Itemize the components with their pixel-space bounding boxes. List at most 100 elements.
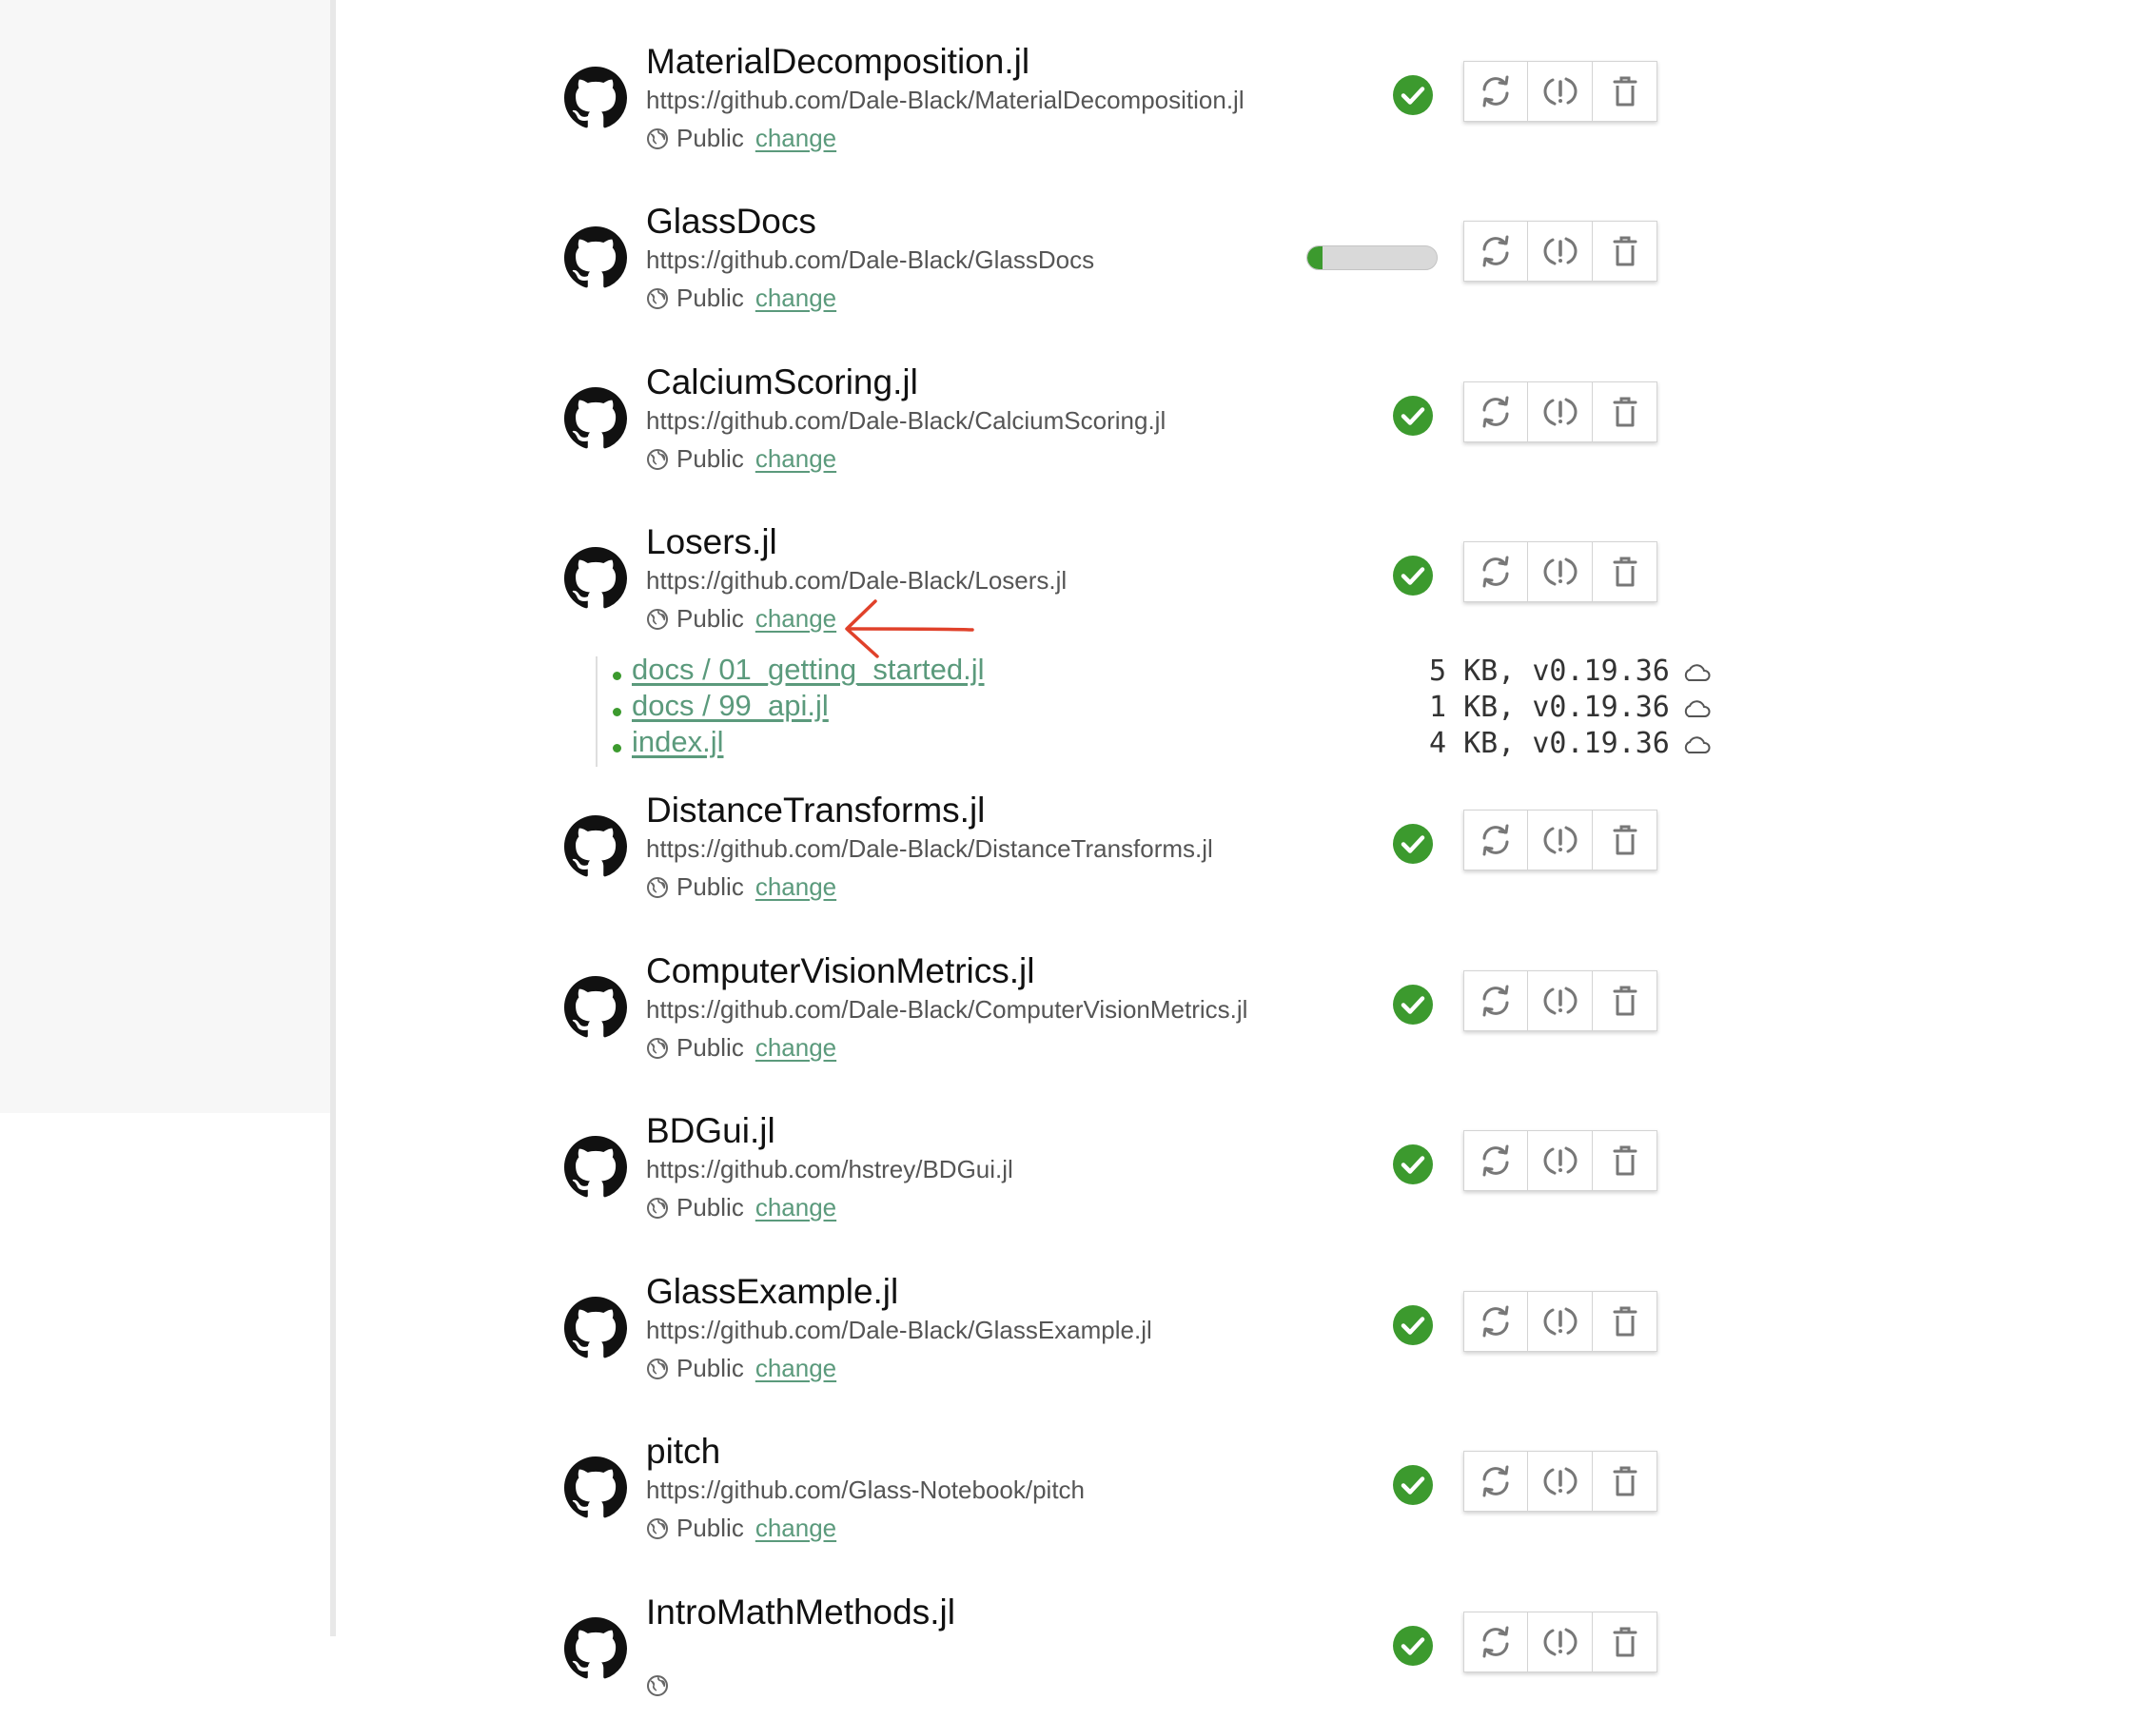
delete-button[interactable] [1593, 381, 1657, 442]
globe-icon [646, 608, 669, 631]
file-link[interactable]: index.jl [632, 725, 724, 759]
force-sync-icon [1541, 1623, 1579, 1661]
trash-icon [1606, 982, 1644, 1020]
visibility-row: Public change [646, 444, 836, 474]
force-sync-button[interactable] [1528, 221, 1593, 282]
repo-actions [1463, 1612, 1657, 1672]
visibility-label: Public [676, 1033, 744, 1062]
visibility-label: Public [676, 283, 744, 312]
file-meta: 1 KB, v0.19.36 [1429, 691, 1670, 724]
refresh-button[interactable] [1463, 1130, 1528, 1191]
file-row: docs / 99_api.jl 1 KB, v0.19.36 [598, 689, 1739, 729]
refresh-button[interactable] [1463, 381, 1528, 442]
delete-button[interactable] [1593, 541, 1657, 602]
change-visibility-link[interactable]: change [755, 1354, 836, 1383]
repo-item: MaterialDecomposition.jl https://github.c… [564, 42, 1706, 169]
force-sync-icon [1541, 393, 1579, 431]
change-visibility-link[interactable]: change [755, 604, 836, 634]
refresh-icon [1477, 982, 1515, 1020]
refresh-button[interactable] [1463, 1451, 1528, 1512]
change-visibility-link[interactable]: change [755, 1033, 836, 1063]
repo-name[interactable]: MaterialDecomposition.jl [646, 42, 1029, 82]
delete-button[interactable] [1593, 61, 1657, 122]
github-icon [564, 387, 627, 450]
change-visibility-link[interactable]: change [755, 444, 836, 474]
globe-icon [646, 1037, 669, 1060]
sync-progress-fill [1307, 246, 1323, 269]
repo-url: https://github.com/Dale-Black/CalciumSco… [646, 406, 1166, 435]
delete-button[interactable] [1593, 1130, 1657, 1191]
force-sync-button[interactable] [1528, 810, 1593, 870]
refresh-button[interactable] [1463, 810, 1528, 870]
force-sync-button[interactable] [1528, 1291, 1593, 1352]
repo-actions [1463, 1291, 1657, 1352]
force-sync-button[interactable] [1528, 541, 1593, 602]
globe-icon [646, 1517, 669, 1540]
file-link[interactable]: docs / 99_api.jl [632, 689, 829, 723]
repo-actions [1463, 1130, 1657, 1191]
repo-actions [1463, 810, 1657, 870]
repo-url: https://github.com/Dale-Black/GlassExamp… [646, 1316, 1152, 1344]
refresh-icon [1477, 72, 1515, 110]
repo-actions [1463, 541, 1657, 602]
repo-name[interactable]: ComputerVisionMetrics.jl [646, 951, 1035, 991]
trash-icon [1606, 232, 1644, 270]
visibility-label: Public [676, 872, 744, 901]
refresh-button[interactable] [1463, 61, 1528, 122]
force-sync-icon [1541, 232, 1579, 270]
file-status-dot [613, 672, 621, 680]
change-visibility-link[interactable]: change [755, 283, 836, 313]
force-sync-button[interactable] [1528, 61, 1593, 122]
trash-icon [1606, 1462, 1644, 1500]
change-visibility-link[interactable]: change [755, 124, 836, 153]
file-status-dot [613, 744, 621, 752]
visibility-row: Public change [646, 604, 836, 634]
delete-button[interactable] [1593, 970, 1657, 1031]
github-icon [564, 815, 627, 878]
refresh-button[interactable] [1463, 221, 1528, 282]
delete-button[interactable] [1593, 1291, 1657, 1352]
trash-icon [1606, 1302, 1644, 1340]
force-sync-button[interactable] [1528, 1451, 1593, 1512]
repo-name[interactable]: Losers.jl [646, 522, 777, 562]
globe-icon [646, 1674, 669, 1697]
refresh-button[interactable] [1463, 970, 1528, 1031]
change-visibility-link[interactable]: change [755, 872, 836, 902]
repo-item: CalciumScoring.jl https://github.com/Dale… [564, 362, 1706, 490]
globe-icon [646, 876, 669, 899]
delete-button[interactable] [1593, 810, 1657, 870]
file-meta: 5 KB, v0.19.36 [1429, 655, 1670, 688]
force-sync-icon [1541, 982, 1579, 1020]
repo-name[interactable]: GlassDocs [646, 202, 816, 242]
delete-button[interactable] [1593, 1612, 1657, 1672]
cloud-icon [1682, 662, 1711, 683]
refresh-button[interactable] [1463, 541, 1528, 602]
github-icon [564, 1136, 627, 1199]
repo-name[interactable]: GlassExample.jl [646, 1272, 898, 1312]
github-icon [564, 1297, 627, 1359]
repo-name[interactable]: DistanceTransforms.jl [646, 791, 985, 831]
force-sync-button[interactable] [1528, 1612, 1593, 1672]
check-circle-icon [1392, 1304, 1434, 1346]
force-sync-button[interactable] [1528, 381, 1593, 442]
repo-name[interactable]: BDGui.jl [646, 1111, 775, 1151]
repo-actions [1463, 1451, 1657, 1512]
refresh-button[interactable] [1463, 1291, 1528, 1352]
visibility-label: Public [676, 1514, 744, 1542]
repo-name[interactable]: pitch [646, 1432, 720, 1472]
change-visibility-link[interactable]: change [755, 1514, 836, 1543]
force-sync-button[interactable] [1528, 1130, 1593, 1191]
force-sync-button[interactable] [1528, 970, 1593, 1031]
repo-url: https://github.com/hstrey/BDGui.jl [646, 1155, 1013, 1183]
repo-name[interactable]: CalciumScoring.jl [646, 362, 918, 402]
annotation-arrow-icon [845, 599, 974, 658]
refresh-icon [1477, 821, 1515, 859]
refresh-button[interactable] [1463, 1612, 1528, 1672]
force-sync-icon [1541, 1462, 1579, 1500]
repo-name[interactable]: IntroMathMethods.jl [646, 1593, 955, 1632]
delete-button[interactable] [1593, 221, 1657, 282]
delete-button[interactable] [1593, 1451, 1657, 1512]
trash-icon [1606, 553, 1644, 591]
visibility-row: Public change [646, 1514, 836, 1543]
change-visibility-link[interactable]: change [755, 1193, 836, 1222]
